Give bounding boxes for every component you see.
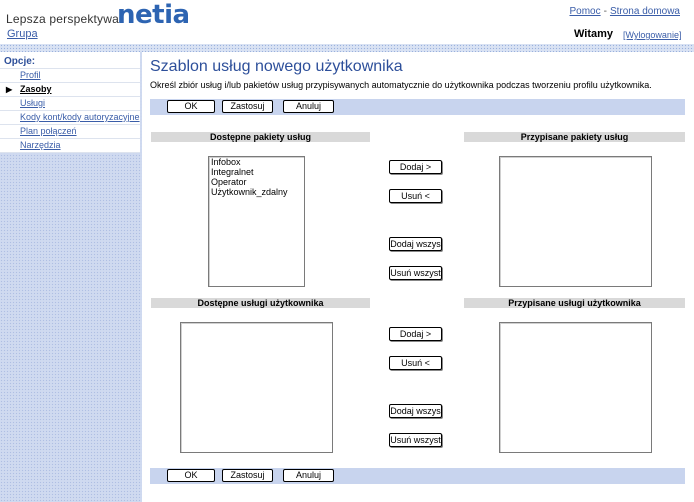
sidebar-item-label: Narzędzia bbox=[20, 140, 61, 150]
main-content: Szablon usług nowego użytkownika Określ … bbox=[147, 52, 694, 502]
list-item[interactable]: Integralnet bbox=[209, 167, 304, 177]
sidebar-item-label: Usługi bbox=[20, 98, 46, 108]
ok-button[interactable]: OK bbox=[167, 100, 215, 113]
active-arrow-icon: ▶ bbox=[6, 85, 13, 94]
top-button-bar: OK Zastosuj Anuluj bbox=[150, 99, 685, 115]
group-link[interactable]: Grupa bbox=[7, 28, 38, 40]
header: Lepsza perspektywa netia Grupa Pomoc - Str… bbox=[0, 0, 694, 44]
bottom-button-bar: OK Zastosuj Anuluj bbox=[150, 468, 685, 484]
tagline: Lepsza perspektywa bbox=[6, 12, 119, 26]
brand-logo: netia bbox=[117, 0, 190, 30]
list-item[interactable]: Infobox bbox=[209, 157, 304, 167]
sidebar: Opcje: Profil ▶ Zasoby Usługi Kody kont/k… bbox=[0, 52, 142, 502]
list-item[interactable]: Operator bbox=[209, 177, 304, 187]
sidebar-item-kody[interactable]: Kody kont/kody autoryzacyjne bbox=[0, 110, 140, 124]
remove-service-button[interactable]: Usuń < bbox=[389, 356, 442, 370]
remove-package-button[interactable]: Usuń < bbox=[389, 189, 442, 203]
sidebar-item-profil[interactable]: Profil bbox=[0, 68, 140, 82]
list-item[interactable]: Użytkownik_zdalny bbox=[209, 187, 304, 197]
sidebar-item-zasoby[interactable]: ▶ Zasoby bbox=[0, 82, 140, 96]
sidebar-item-label: Plan połączeń bbox=[20, 126, 77, 136]
sidebar-item-label: Profil bbox=[20, 70, 41, 80]
assigned-packages-list[interactable] bbox=[499, 156, 652, 287]
header-band bbox=[0, 44, 694, 52]
available-packages-header: Dostępne pakiety usług bbox=[151, 132, 370, 142]
remove-all-packages-button[interactable]: Usuń wszyst bbox=[389, 266, 442, 280]
top-links: Pomoc - Strona domowa bbox=[569, 6, 680, 17]
cancel-button-bottom[interactable]: Anuluj bbox=[283, 469, 334, 482]
add-all-packages-button[interactable]: Dodaj wszys bbox=[389, 237, 442, 251]
apply-button-bottom[interactable]: Zastosuj bbox=[222, 469, 273, 482]
add-service-button[interactable]: Dodaj > bbox=[389, 327, 442, 341]
home-link[interactable]: Strona domowa bbox=[610, 6, 680, 17]
options-title: Opcje: bbox=[4, 56, 36, 67]
cancel-button[interactable]: Anuluj bbox=[283, 100, 334, 113]
sidebar-menu: Opcje: Profil ▶ Zasoby Usługi Kody kont/k… bbox=[0, 52, 140, 153]
ok-button-bottom[interactable]: OK bbox=[167, 469, 215, 482]
available-services-header: Dostępne usługi użytkownika bbox=[151, 298, 370, 308]
assigned-packages-header: Przypisane pakiety usług bbox=[464, 132, 685, 142]
sidebar-item-uslugi[interactable]: Usługi bbox=[0, 96, 140, 110]
add-package-button[interactable]: Dodaj > bbox=[389, 160, 442, 174]
sidebar-item-label: Kody kont/kody autoryzacyjne bbox=[20, 112, 140, 122]
sidebar-item-narzedzia[interactable]: Narzędzia bbox=[0, 138, 140, 153]
apply-button[interactable]: Zastosuj bbox=[222, 100, 273, 113]
add-all-services-button[interactable]: Dodaj wszys bbox=[389, 404, 442, 418]
logout-link[interactable]: [Wylogowanie] bbox=[623, 30, 681, 40]
assigned-services-list[interactable] bbox=[499, 322, 652, 453]
help-link[interactable]: Pomoc bbox=[569, 6, 600, 17]
remove-all-services-button[interactable]: Usuń wszyst bbox=[389, 433, 442, 447]
sidebar-item-label: Zasoby bbox=[20, 84, 52, 94]
assigned-services-header: Przypisane usługi użytkownika bbox=[464, 298, 685, 308]
link-separator: - bbox=[603, 6, 607, 17]
logout-link-wrap: [Wylogowanie] bbox=[623, 30, 681, 40]
welcome-text: Witamy bbox=[574, 28, 614, 40]
available-services-list[interactable] bbox=[180, 322, 333, 453]
available-packages-list[interactable]: Infobox Integralnet Operator Użytkownik_… bbox=[208, 156, 305, 287]
sidebar-item-plan-polaczen[interactable]: Plan połączeń bbox=[0, 124, 140, 138]
page-description: Określ zbiór usług i/lub pakietów usług … bbox=[150, 80, 652, 90]
page-title: Szablon usług nowego użytkownika bbox=[150, 58, 403, 75]
